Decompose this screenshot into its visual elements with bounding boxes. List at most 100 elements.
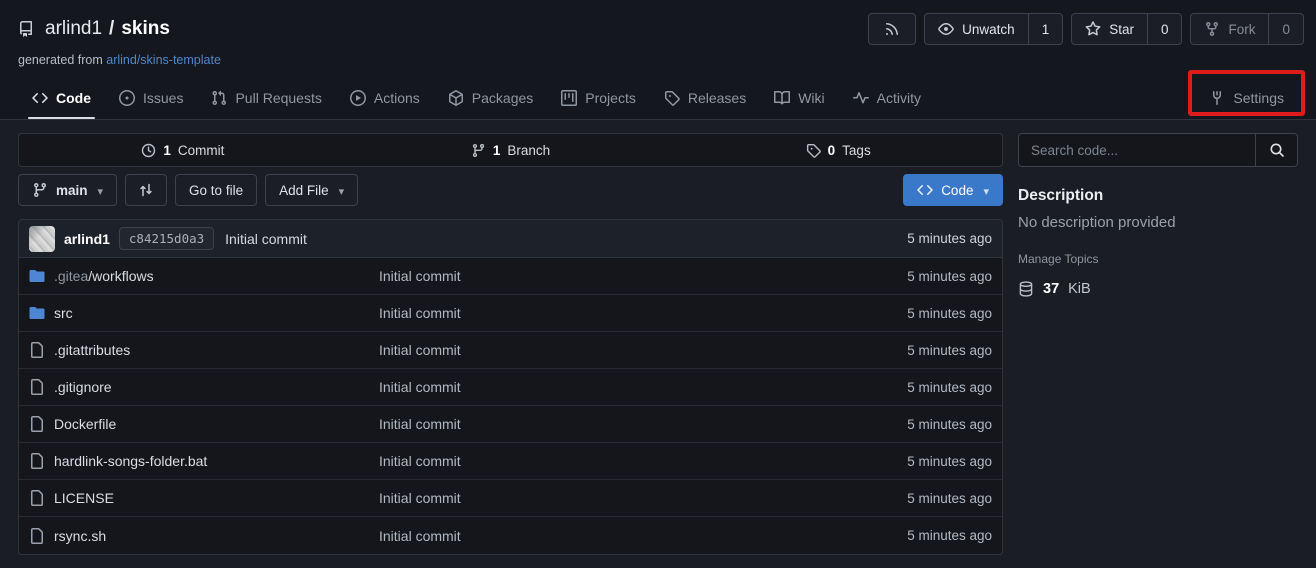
code-search-box bbox=[1018, 133, 1298, 167]
file-commit-time: 5 minutes ago bbox=[907, 380, 992, 395]
file-commit-message[interactable]: Initial commit bbox=[379, 342, 907, 358]
go-to-file-button[interactable]: Go to file bbox=[175, 174, 257, 206]
file-commit-time: 5 minutes ago bbox=[907, 528, 992, 543]
table-row: .gitattributes Initial commit 5 minutes … bbox=[19, 332, 1002, 369]
file-name-link[interactable]: .gitignore bbox=[54, 379, 112, 395]
description-title: Description bbox=[1018, 187, 1298, 205]
branch-selector[interactable]: main bbox=[18, 174, 117, 206]
package-icon bbox=[448, 90, 464, 106]
code-icon bbox=[917, 182, 933, 198]
commit-author-link[interactable]: arlind1 bbox=[64, 231, 110, 247]
add-file-button[interactable]: Add File bbox=[265, 174, 358, 206]
stat-tags[interactable]: 0Tags bbox=[674, 143, 1002, 158]
stat-commit[interactable]: 1Commit bbox=[19, 143, 347, 158]
branch-icon bbox=[471, 143, 486, 158]
tab-code[interactable]: Code bbox=[18, 79, 105, 119]
watchers-count[interactable]: 1 bbox=[1028, 14, 1063, 44]
file-name-link[interactable]: rsync.sh bbox=[54, 528, 106, 544]
forks-count[interactable]: 0 bbox=[1268, 14, 1303, 44]
file-commit-message[interactable]: Initial commit bbox=[379, 453, 907, 469]
file-icon bbox=[29, 342, 45, 358]
rss-button[interactable] bbox=[868, 13, 916, 45]
file-commit-message[interactable]: Initial commit bbox=[379, 305, 907, 321]
tools-icon bbox=[1209, 90, 1225, 106]
tab-pull-requests[interactable]: Pull Requests bbox=[197, 79, 335, 119]
file-icon bbox=[29, 453, 45, 469]
generated-from: generated from arlind/skins-template bbox=[18, 53, 1298, 67]
tag-icon bbox=[806, 143, 821, 158]
search-button[interactable] bbox=[1255, 134, 1297, 166]
repo-stats-bar: 1Commit1Branch0Tags bbox=[18, 133, 1003, 167]
file-name-link[interactable]: hardlink-songs-folder.bat bbox=[54, 453, 207, 469]
repo-actions: Unwatch 1 Star 0 Fork 0 bbox=[868, 13, 1304, 45]
database-icon bbox=[1018, 281, 1034, 297]
repo-files-column: 1Commit1Branch0Tags main Go to file Add … bbox=[18, 133, 1003, 555]
eye-icon bbox=[938, 21, 954, 37]
tab-settings[interactable]: Settings bbox=[1195, 79, 1298, 119]
tab-packages[interactable]: Packages bbox=[434, 79, 547, 119]
file-icon bbox=[29, 416, 45, 432]
repo-title: arlind1 / skins bbox=[45, 18, 170, 40]
file-commit-time: 5 minutes ago bbox=[907, 491, 992, 506]
file-commit-time: 5 minutes ago bbox=[907, 269, 992, 284]
star-button[interactable]: Star bbox=[1072, 14, 1147, 44]
pull-request-icon bbox=[211, 90, 227, 106]
stat-branch[interactable]: 1Branch bbox=[347, 143, 675, 158]
file-commit-message[interactable]: Initial commit bbox=[379, 379, 907, 395]
issue-icon bbox=[119, 90, 135, 106]
repo-toolbar: main Go to file Add File Code bbox=[18, 174, 1003, 206]
template-link[interactable]: arlind/skins-template bbox=[106, 53, 221, 67]
tab-wiki[interactable]: Wiki bbox=[760, 79, 838, 119]
table-row: hardlink-songs-folder.bat Initial commit… bbox=[19, 443, 1002, 480]
star-icon bbox=[1085, 21, 1101, 37]
repo-header: arlind1 / skins generated from arlind/sk… bbox=[0, 0, 1316, 120]
tab-projects[interactable]: Projects bbox=[547, 79, 650, 119]
fork-button-group: Fork 0 bbox=[1190, 13, 1304, 45]
file-name-link[interactable]: .gitea/workflows bbox=[54, 268, 154, 284]
unwatch-button[interactable]: Unwatch bbox=[925, 14, 1028, 44]
tab-actions[interactable]: Actions bbox=[336, 79, 434, 119]
repo-name-link[interactable]: skins bbox=[121, 18, 170, 40]
star-button-group: Star 0 bbox=[1071, 13, 1182, 45]
tab-activity[interactable]: Activity bbox=[839, 79, 935, 119]
project-icon bbox=[561, 90, 577, 106]
unwatch-button-group: Unwatch 1 bbox=[924, 13, 1063, 45]
file-commit-message[interactable]: Initial commit bbox=[379, 490, 907, 506]
chevron-down-icon bbox=[96, 183, 104, 198]
compare-button[interactable] bbox=[125, 174, 167, 206]
branch-icon bbox=[32, 182, 48, 198]
tab-issues[interactable]: Issues bbox=[105, 79, 197, 119]
repo-sidebar: Description No description provided Mana… bbox=[1018, 133, 1298, 555]
file-commit-time: 5 minutes ago bbox=[907, 306, 992, 321]
table-row: rsync.sh Initial commit 5 minutes ago bbox=[19, 517, 1002, 554]
rss-icon bbox=[884, 21, 900, 37]
file-icon bbox=[29, 528, 45, 544]
table-row: Dockerfile Initial commit 5 minutes ago bbox=[19, 406, 1002, 443]
file-name-link[interactable]: LICENSE bbox=[54, 490, 114, 506]
stars-count[interactable]: 0 bbox=[1147, 14, 1182, 44]
table-row: .gitignore Initial commit 5 minutes ago bbox=[19, 369, 1002, 406]
file-commit-message[interactable]: Initial commit bbox=[379, 416, 907, 432]
search-input[interactable] bbox=[1019, 134, 1255, 166]
file-commit-message[interactable]: Initial commit bbox=[379, 268, 907, 284]
avatar[interactable] bbox=[29, 226, 55, 252]
file-table: arlind1 c84215d0a3 Initial commit 5 minu… bbox=[18, 219, 1003, 555]
fork-button[interactable]: Fork bbox=[1191, 14, 1268, 44]
file-name-link[interactable]: .gitattributes bbox=[54, 342, 130, 358]
file-commit-time: 5 minutes ago bbox=[907, 454, 992, 469]
commit-message-link[interactable]: Initial commit bbox=[225, 231, 307, 247]
main-content: 1Commit1Branch0Tags main Go to file Add … bbox=[0, 120, 1316, 555]
tab-releases[interactable]: Releases bbox=[650, 79, 760, 119]
file-name-link[interactable]: Dockerfile bbox=[54, 416, 116, 432]
file-name-link[interactable]: src bbox=[54, 305, 73, 321]
description-text: No description provided bbox=[1018, 214, 1298, 231]
repo-icon bbox=[18, 21, 34, 37]
code-download-button[interactable]: Code bbox=[903, 174, 1003, 206]
commit-sha-badge[interactable]: c84215d0a3 bbox=[119, 227, 214, 250]
repo-owner-link[interactable]: arlind1 bbox=[45, 18, 102, 40]
settings-tab-wrap: Settings bbox=[1195, 79, 1298, 119]
repo-title-slash: / bbox=[109, 18, 114, 40]
file-icon bbox=[29, 379, 45, 395]
manage-topics-link[interactable]: Manage Topics bbox=[1018, 252, 1298, 266]
file-commit-message[interactable]: Initial commit bbox=[379, 528, 907, 544]
